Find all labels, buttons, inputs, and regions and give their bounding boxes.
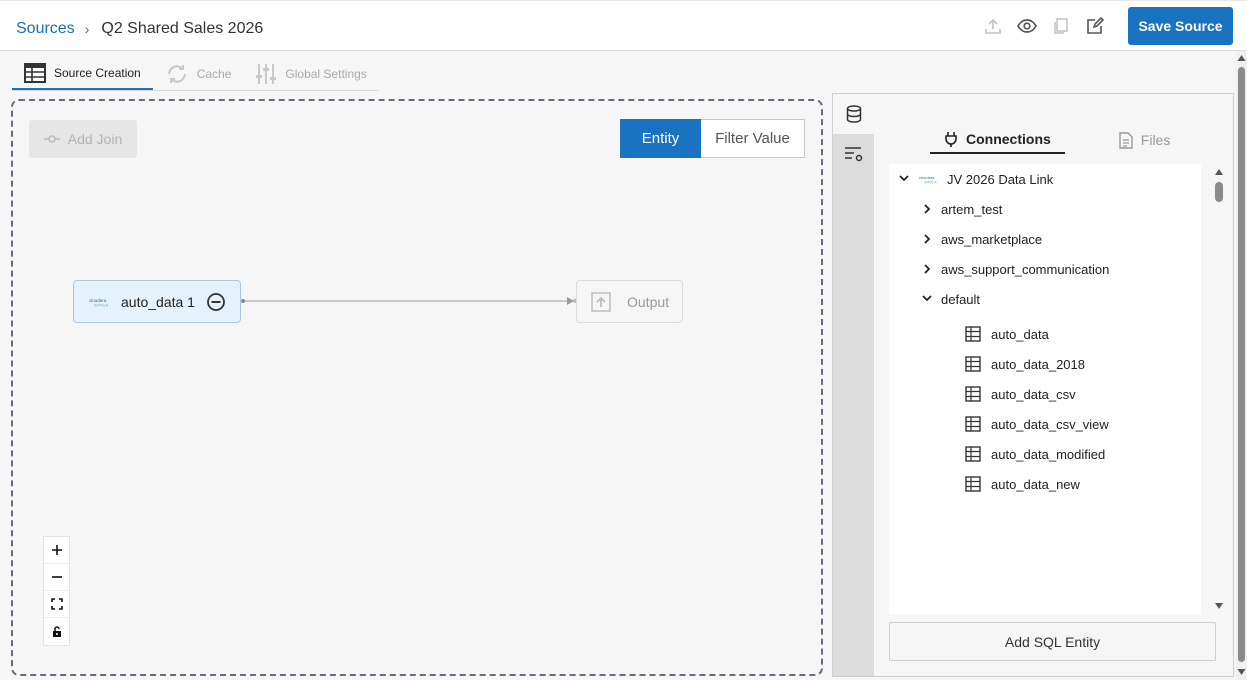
tree-table-row[interactable]: auto_data_new [965, 474, 1080, 494]
panel-tabs: Connections Files [930, 126, 1184, 154]
chevron-down-icon [899, 175, 909, 182]
table-name: auto_data_csv [991, 386, 1076, 402]
table-name: auto_data [991, 326, 1049, 342]
table-icon [965, 326, 981, 342]
chevron-right-icon [924, 234, 931, 244]
tab-label: Source Creation [54, 65, 141, 80]
source-node-label: auto_data 1 [121, 293, 195, 310]
table-name: auto_data_new [991, 476, 1080, 492]
tree-table-row[interactable]: auto_data_modified [965, 444, 1105, 464]
page-title: Q2 Shared Sales 2026 [101, 20, 264, 37]
app-header: Sources › Q2 Shared Sales 2026 Save Sour… [0, 0, 1247, 51]
page-scrollbar[interactable] [1236, 51, 1247, 680]
upload-icon[interactable] [982, 15, 1004, 37]
join-canvas[interactable]: Add Join Entity Filter Value cloudera IMP… [11, 99, 823, 676]
tab-cache[interactable]: Cache [153, 57, 244, 90]
svg-text:IMPALA: IMPALA [94, 302, 109, 307]
output-node-label: Output [627, 293, 670, 310]
source-node[interactable]: cloudera IMPALA auto_data 1 [73, 280, 241, 323]
cloudera-logo-icon: clouderaIMPALA [89, 298, 109, 307]
tab-files[interactable]: Files [1105, 126, 1185, 154]
chevron-right-icon [924, 264, 931, 274]
tab-connections[interactable]: Connections [930, 126, 1065, 154]
table-icon [965, 386, 981, 402]
entity-panel: Connections Files cloudera IMPALA JV 2026… [832, 93, 1234, 677]
tree-table-row[interactable]: auto_data_2018 [965, 354, 1085, 374]
breadcrumb-sources-link[interactable]: Sources [16, 20, 75, 38]
add-sql-entity-button[interactable]: Add SQL Entity [889, 622, 1216, 661]
connection-name: JV 2026 Data Link [947, 171, 1054, 187]
tree-table-row[interactable]: auto_data_csv_view [965, 414, 1109, 434]
list-settings-icon[interactable] [833, 134, 874, 174]
eye-icon[interactable] [1016, 15, 1038, 37]
chevron-right-icon: › [84, 21, 90, 37]
tree-database-row[interactable]: default [922, 289, 980, 309]
cloudera-logo-icon: clouderaIMPALA [919, 175, 937, 184]
tree-table-row[interactable]: auto_data [965, 324, 1049, 344]
chevron-down-icon [922, 295, 932, 302]
tree-scrollbar[interactable] [1213, 166, 1225, 612]
refresh-icon [167, 64, 186, 83]
table-icon [965, 416, 981, 432]
plug-icon [945, 132, 957, 147]
table-icon [965, 476, 981, 492]
plus-icon[interactable] [44, 537, 69, 564]
table-name: auto_data_modified [991, 446, 1106, 462]
svg-text:IMPALA: IMPALA [924, 180, 937, 184]
table-name: auto_data_csv_view [991, 416, 1109, 432]
flow-edge [241, 297, 577, 305]
svg-text:cloudera: cloudera [919, 175, 935, 180]
chevron-right-icon [924, 204, 931, 214]
tree-table-row[interactable]: auto_data_csv [965, 384, 1076, 404]
zoom-controls [43, 536, 70, 646]
sliders-icon [256, 63, 277, 84]
tree-connection-row[interactable]: cloudera IMPALA JV 2026 Data Link [899, 169, 1053, 189]
output-upload-icon [591, 291, 611, 312]
top-tabs: Source Creation Cache Global Settings [12, 57, 379, 91]
tab-label: Files [1140, 132, 1171, 148]
table-name: auto_data_2018 [991, 356, 1085, 372]
output-node[interactable]: Output [576, 280, 683, 323]
database-name: default [941, 291, 981, 307]
minus-icon[interactable] [44, 564, 69, 591]
tab-label: Global Settings [285, 66, 367, 81]
table-icon [965, 356, 981, 372]
fit-view-icon[interactable] [44, 591, 69, 618]
tree-database-row[interactable]: aws_support_communication [923, 259, 1109, 279]
file-icon [1119, 131, 1133, 149]
tab-global-settings[interactable]: Global Settings [243, 57, 378, 90]
tab-label: Cache [196, 66, 232, 81]
lock-icon[interactable] [44, 618, 69, 645]
database-icon[interactable] [833, 94, 874, 134]
connection-tree: cloudera IMPALA JV 2026 Data Link artem_t… [889, 164, 1201, 614]
tree-database-row[interactable]: aws_marketplace [923, 229, 1042, 249]
save-source-button[interactable]: Save Source [1128, 7, 1233, 45]
tree-database-row[interactable]: artem_test [923, 199, 1002, 219]
database-name: aws_marketplace [941, 231, 1043, 247]
remove-circle-icon[interactable] [206, 292, 226, 317]
table-icon [965, 446, 981, 462]
main-area: Source Creation Cache Global Settings Ad… [0, 51, 1236, 680]
database-name: aws_support_communication [941, 261, 1110, 277]
edit-icon[interactable] [1084, 15, 1106, 37]
database-name: artem_test [941, 201, 1003, 217]
copy-icon[interactable] [1050, 15, 1072, 37]
panel-rail [833, 94, 874, 676]
table-icon [24, 62, 46, 83]
breadcrumb: Sources › Q2 Shared Sales 2026 [16, 20, 263, 38]
tab-label: Connections [966, 131, 1051, 147]
tab-source-creation[interactable]: Source Creation [12, 57, 153, 90]
